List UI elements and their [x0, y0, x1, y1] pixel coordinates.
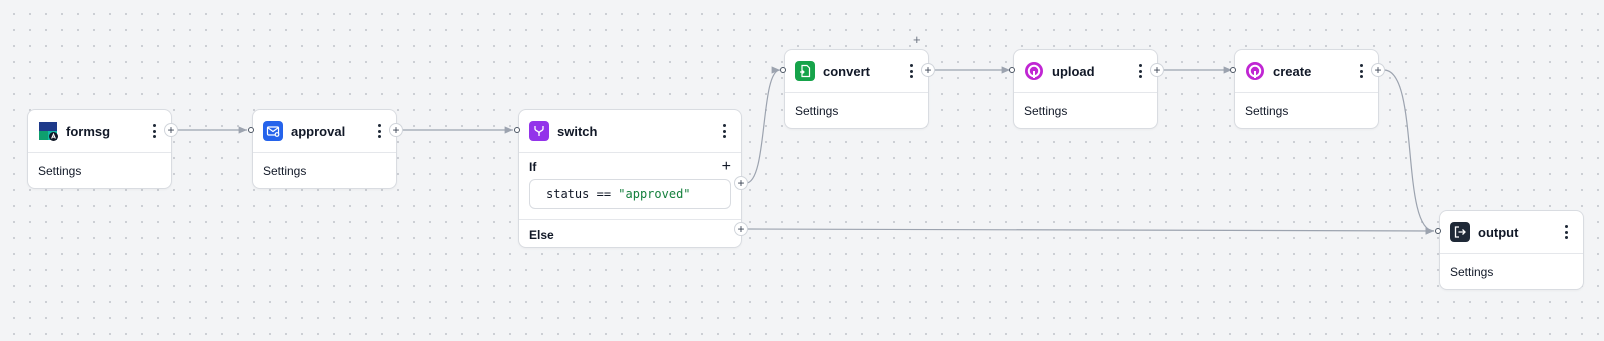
input-handle[interactable] — [1230, 67, 1236, 73]
node-menu-button[interactable] — [1354, 61, 1368, 81]
node-create[interactable]: create Settings — [1234, 49, 1379, 129]
node-title: convert — [823, 63, 870, 79]
input-handle[interactable] — [780, 67, 786, 73]
if-branch-add-button[interactable]: + — [734, 176, 748, 190]
node-settings[interactable]: Settings — [1014, 93, 1157, 129]
node-header: convert — [785, 50, 928, 93]
node-switch[interactable]: switch If + status == "approved" Else — [518, 109, 742, 248]
node-settings[interactable]: Settings — [1235, 93, 1378, 129]
exit-icon — [1450, 222, 1470, 242]
edge-switch-if-convert — [745, 66, 781, 184]
condition-expression[interactable]: status == "approved" — [529, 179, 731, 209]
node-menu-button[interactable] — [904, 61, 918, 81]
node-menu-button[interactable] — [147, 121, 161, 141]
file-convert-icon — [795, 61, 815, 81]
branch-icon — [529, 121, 549, 141]
node-title: approval — [291, 123, 346, 139]
node-settings[interactable]: Settings — [28, 153, 171, 189]
input-handle[interactable] — [1009, 67, 1015, 73]
node-header: create — [1235, 50, 1378, 93]
add-step-button[interactable]: + — [164, 123, 178, 137]
add-step-button[interactable]: + — [1150, 63, 1164, 77]
input-handle[interactable] — [1435, 228, 1441, 234]
node-output[interactable]: output Settings — [1439, 210, 1584, 290]
if-label: If — [529, 160, 537, 174]
node-header: switch — [519, 110, 741, 153]
node-header: output — [1440, 211, 1583, 254]
node-title: switch — [557, 123, 598, 139]
add-step-button[interactable]: + — [389, 123, 403, 137]
pipedream-icon — [1024, 61, 1044, 81]
node-title: create — [1273, 63, 1312, 79]
node-settings[interactable]: Settings — [785, 93, 928, 129]
else-row: Else — [519, 220, 741, 250]
node-settings[interactable]: Settings — [1440, 254, 1583, 290]
add-step-above-button[interactable]: + — [913, 32, 921, 47]
else-label: Else — [529, 228, 554, 242]
add-step-button[interactable]: + — [1371, 63, 1385, 77]
node-menu-button[interactable] — [1559, 222, 1573, 242]
node-header: approval — [253, 110, 396, 153]
mail-check-icon — [263, 121, 283, 141]
node-upload[interactable]: upload Settings — [1013, 49, 1158, 129]
node-header: formsg — [28, 110, 171, 153]
add-condition-button[interactable]: + — [722, 158, 731, 176]
edge-switch-else-output — [745, 227, 1435, 235]
node-settings[interactable]: Settings — [253, 153, 396, 189]
input-handle[interactable] — [514, 127, 520, 133]
if-row: If + — [519, 155, 741, 179]
formsg-logo-icon — [38, 121, 58, 141]
input-handle[interactable] — [248, 127, 254, 133]
node-menu-button[interactable] — [717, 121, 731, 141]
node-approval[interactable]: approval Settings — [252, 109, 397, 189]
edge-create-output — [1383, 69, 1435, 235]
node-formsg[interactable]: formsg Settings — [27, 109, 172, 189]
node-menu-button[interactable] — [1133, 61, 1147, 81]
node-title: upload — [1052, 63, 1095, 79]
node-menu-button[interactable] — [372, 121, 386, 141]
node-header: upload — [1014, 50, 1157, 93]
node-convert[interactable]: convert Settings — [784, 49, 929, 129]
node-title: output — [1478, 224, 1519, 240]
else-branch-add-button[interactable]: + — [734, 222, 748, 236]
pipedream-icon — [1245, 61, 1265, 81]
add-step-button[interactable]: + — [921, 63, 935, 77]
node-title: formsg — [66, 123, 111, 139]
